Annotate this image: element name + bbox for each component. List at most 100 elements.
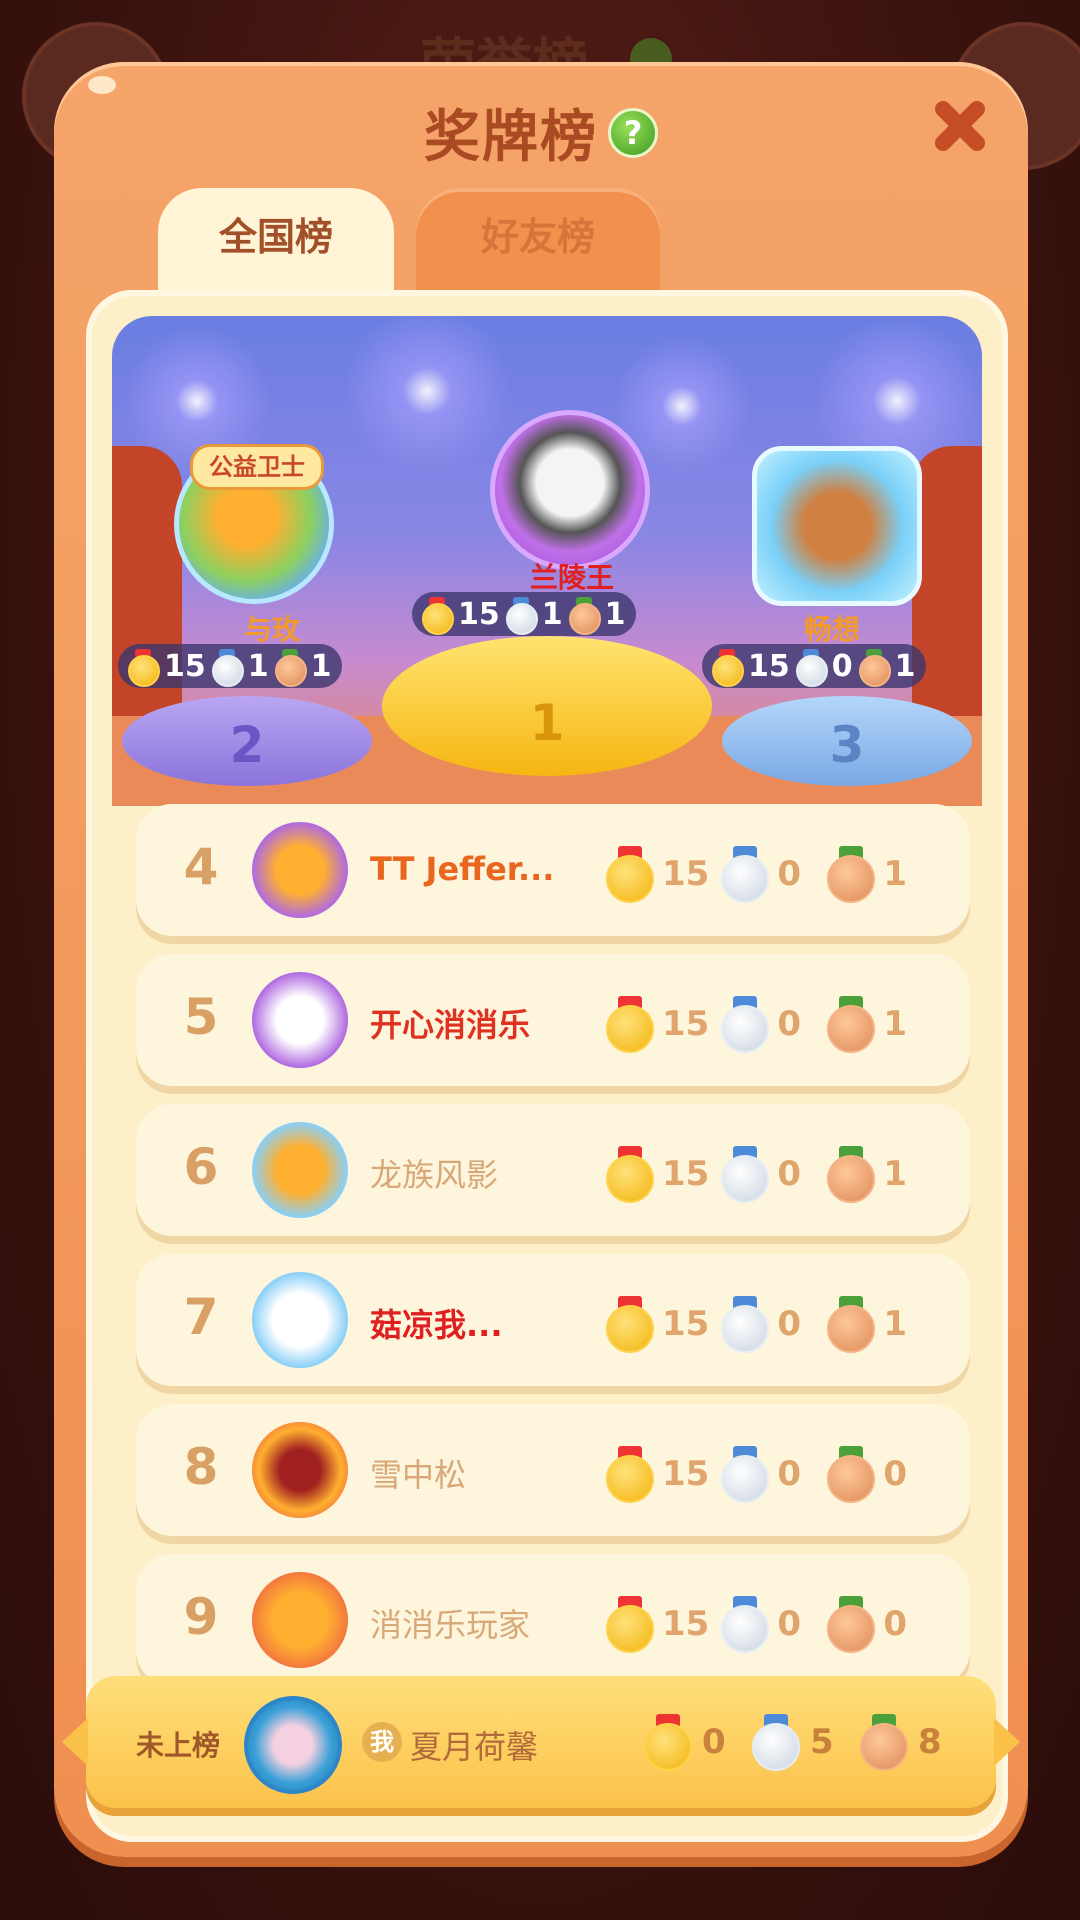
bronze-medal-icon [568, 597, 601, 635]
gold-medal-icon [606, 1596, 654, 1653]
silver-medal-icon [721, 996, 770, 1053]
player-avatar [252, 1422, 348, 1518]
gold-medal-icon [422, 597, 454, 635]
medal-ranking-dialog: 奖牌榜? 全国榜 好友榜 2 1 3 公益卫士 与玫 兰陵王 畅想 15 1 1… [54, 62, 1028, 1857]
gold-medal-icon [128, 649, 160, 687]
gold-count: 15 [662, 1454, 710, 1494]
silver-count: 0 [777, 1454, 801, 1494]
my-rank-status: 未上榜 [136, 1729, 221, 1762]
player-avatar-first[interactable] [490, 410, 650, 570]
my-ranking-bar[interactable]: 未上榜 我 夏月荷馨 0 5 8 [62, 1676, 1020, 1808]
silver-count: 0 [831, 648, 853, 684]
medals-first: 15 1 1 [412, 592, 636, 636]
bronze-count: 1 [310, 648, 332, 684]
player-avatar-third[interactable] [752, 446, 922, 606]
rank-number: 4 [183, 838, 219, 896]
ranking-row[interactable]: 9 消消乐玩家 15 0 0 [136, 1554, 970, 1686]
gold-count: 15 [662, 1004, 710, 1044]
medal-counts: 15 0 0 [606, 1446, 933, 1503]
gold-medal-icon [644, 1714, 692, 1771]
medal-counts: 15 0 1 [606, 846, 933, 903]
bronze-count: 1 [604, 596, 626, 632]
gold-medal-icon [712, 649, 744, 687]
dialog-title: 奖牌榜 [424, 105, 598, 170]
ranking-row[interactable]: 6 龙族风影 15 0 1 [136, 1104, 970, 1236]
medal-counts: 15 0 0 [606, 1596, 933, 1653]
my-name: 夏月荷馨 [410, 1728, 539, 1766]
bronze-medal-icon [827, 846, 876, 903]
dialog-title-bar: 奖牌榜? [54, 92, 1028, 173]
gold-medal-icon [606, 1296, 654, 1353]
player-name: 消消乐玩家 [370, 1606, 531, 1644]
silver-medal-icon [721, 1146, 770, 1203]
bronze-medal-icon [827, 1446, 876, 1503]
bronze-count: 1 [883, 1004, 907, 1044]
player-avatar [252, 1272, 348, 1368]
silver-count: 0 [777, 1154, 801, 1194]
silver-count: 1 [541, 596, 563, 632]
tab-friends[interactable]: 好友榜 [416, 188, 660, 294]
player-name-third: 畅想 [803, 613, 860, 646]
bronze-medal-icon [860, 1714, 908, 1771]
public-welfare-badge: 公益卫士 [190, 444, 324, 490]
ranking-row[interactable]: 8 雪中松 15 0 0 [136, 1404, 970, 1536]
ranking-list-container: 2 1 3 公益卫士 与玫 兰陵王 畅想 15 1 1 15 1 1 15 0 … [86, 290, 1008, 1842]
ranking-row[interactable]: 4 TT Jeffer... 15 0 1 [136, 804, 970, 936]
gold-medal-icon [606, 1446, 654, 1503]
gold-count: 15 [662, 1604, 710, 1644]
me-tag: 我 [362, 1722, 402, 1762]
rank-number: 7 [183, 1288, 219, 1346]
gold-medal-icon [606, 996, 654, 1053]
rank-number: 9 [183, 1588, 219, 1646]
bronze-medal-icon [827, 1146, 876, 1203]
silver-medal-icon [505, 597, 538, 635]
player-name-second: 与玫 [243, 613, 300, 646]
firework-decoration [342, 316, 512, 476]
ranking-row[interactable]: 5 开心消消乐 15 0 1 [136, 954, 970, 1086]
my-avatar [244, 1696, 342, 1794]
bronze-count: 0 [883, 1604, 907, 1644]
bronze-count: 1 [894, 648, 916, 684]
player-avatar [252, 972, 348, 1068]
medals-second: 15 1 1 [118, 644, 342, 688]
rank-number: 6 [183, 1138, 219, 1196]
silver-count: 0 [777, 1004, 801, 1044]
podium-third-number: 3 [829, 716, 865, 774]
silver-medal-icon [211, 649, 244, 687]
help-icon[interactable]: ? [608, 107, 658, 158]
my-medal-counts: 0 5 8 [644, 1714, 968, 1771]
bronze-medal-icon [827, 1296, 876, 1353]
medal-counts: 15 0 1 [606, 1146, 933, 1203]
player-name: 龙族风影 [370, 1156, 499, 1194]
silver-medal-icon [752, 1714, 800, 1771]
bronze-medal-icon [274, 649, 307, 687]
medal-counts: 15 0 1 [606, 1296, 933, 1353]
silver-medal-icon [721, 846, 770, 903]
silver-count: 0 [777, 1304, 801, 1344]
silver-count: 5 [810, 1722, 834, 1762]
rank-number: 5 [183, 988, 219, 1046]
rank-number: 8 [183, 1438, 219, 1496]
silver-medal-icon [721, 1596, 770, 1653]
bronze-count: 1 [883, 1304, 907, 1344]
bronze-count: 0 [883, 1454, 907, 1494]
podium-second-number: 2 [229, 716, 265, 774]
player-name: 开心消消乐 [370, 1006, 531, 1044]
bronze-medal-icon [827, 996, 876, 1053]
tab-national[interactable]: 全国榜 [158, 188, 394, 294]
player-avatar [252, 1572, 348, 1668]
medals-third: 15 0 1 [702, 644, 926, 688]
ranking-row[interactable]: 7 菇凉我... 15 0 1 [136, 1254, 970, 1386]
bronze-count: 1 [883, 854, 907, 894]
player-name: 菇凉我... [370, 1306, 503, 1344]
silver-medal-icon [721, 1296, 770, 1353]
gold-medal-icon [606, 846, 654, 903]
player-avatar [252, 822, 348, 918]
silver-count: 0 [777, 854, 801, 894]
close-button[interactable] [928, 96, 988, 156]
gold-count: 0 [702, 1722, 726, 1762]
gold-medal-icon [606, 1146, 654, 1203]
silver-medal-icon [795, 649, 828, 687]
silver-count: 1 [247, 648, 269, 684]
gold-count: 15 [662, 854, 710, 894]
